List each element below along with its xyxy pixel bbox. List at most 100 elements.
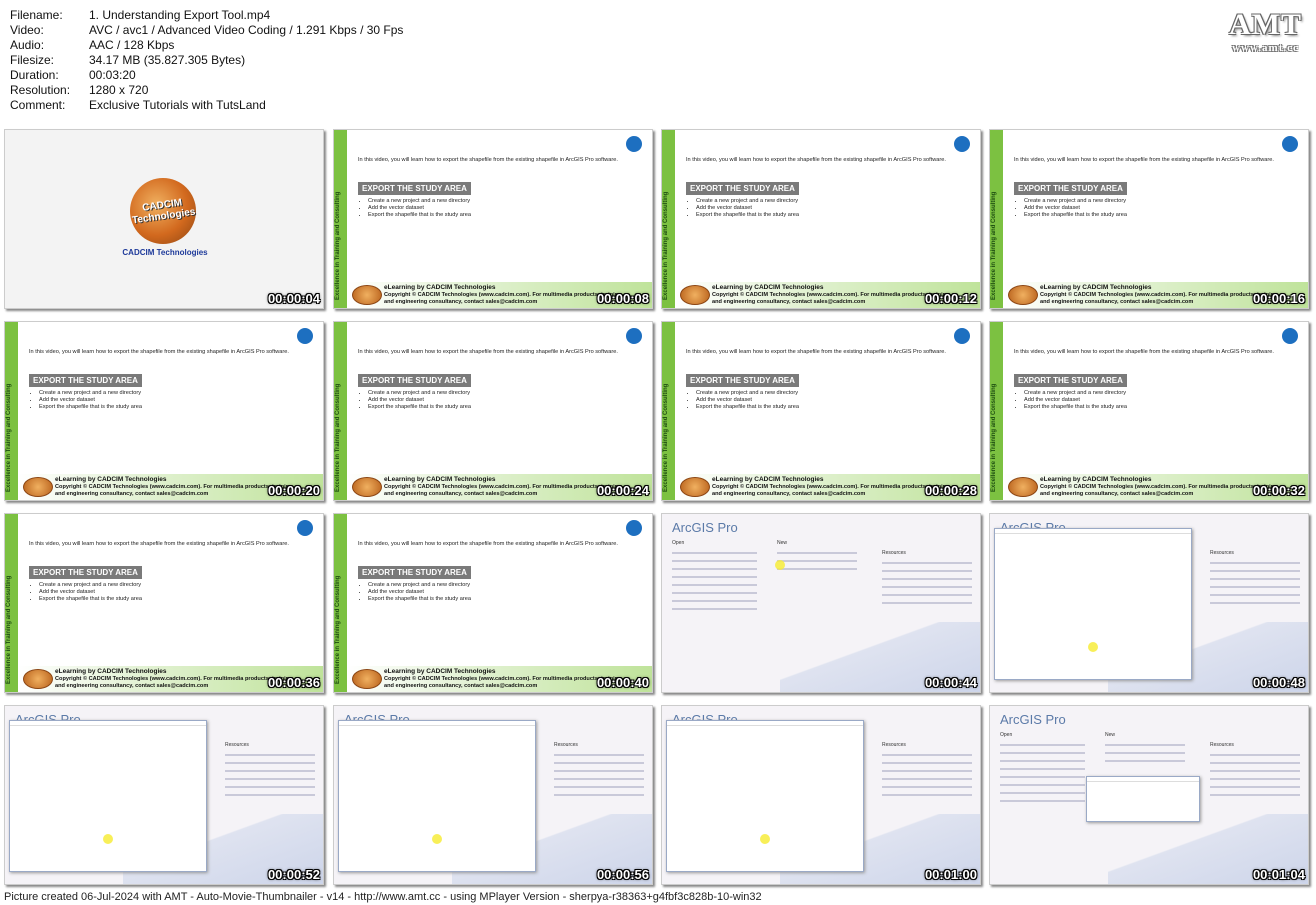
bullet-item: Add the vector dataset — [1024, 397, 1127, 404]
resources-label: Resources — [1210, 550, 1234, 556]
info-key: Resolution: — [10, 83, 71, 97]
video-thumbnail: Excellence in Training and Consulting In … — [661, 321, 981, 501]
bullet-item: Add the vector dataset — [368, 397, 471, 404]
resources-column: Resources — [554, 742, 644, 802]
copyright-text: Copyright © CADCIM Technologies (www.cad… — [712, 292, 952, 305]
slide-header: EXPORT THE STUDY AREA — [29, 566, 142, 579]
info-row: Duration: 00:03:20 — [10, 68, 403, 83]
bullet-item: Add the vector dataset — [39, 589, 142, 596]
side-text: Excellence in Training and Consulting — [663, 191, 669, 300]
bullet-item: Add the vector dataset — [696, 397, 799, 404]
bullet-item: Create a new project and a new directory — [696, 198, 799, 205]
copyright-text: Copyright © CADCIM Technologies (www.cad… — [712, 484, 952, 497]
open-column: Open — [1000, 732, 1085, 808]
timestamp: 00:00:44 — [924, 675, 977, 690]
copyright-text: Copyright © CADCIM Technologies (www.cad… — [1040, 484, 1280, 497]
copyright-text: Copyright © CADCIM Technologies (www.cad… — [384, 676, 624, 689]
arcgis-logo-icon — [1282, 136, 1298, 152]
info-row: Filesize: 34.17 MB (35.827.305 Bytes) — [10, 53, 403, 68]
bullet-item: Create a new project and a new directory — [39, 582, 142, 589]
video-thumbnail: ArcGIS ProOpenNewResources00:00:48 — [989, 513, 1309, 693]
cadcim-logo-icon — [352, 669, 382, 689]
slide-header: EXPORT THE STUDY AREA — [1014, 182, 1127, 195]
video-thumbnail: Excellence in Training and Consulting In … — [333, 321, 653, 501]
disc-text: CADCIM Technologies — [131, 197, 197, 227]
side-bar: Excellence in Training and Consulting — [334, 322, 347, 500]
resource-item — [225, 778, 315, 780]
file-dialog — [9, 720, 207, 872]
info-key: Comment: — [10, 98, 66, 112]
side-bar: Excellence in Training and Consulting — [5, 322, 18, 500]
resource-item — [225, 754, 315, 756]
open-label: Open — [1000, 732, 1013, 738]
template-item — [1105, 744, 1185, 746]
open-label: Open — [672, 540, 685, 546]
resources-column: Resources — [1210, 550, 1300, 610]
resources-column: Resources — [882, 742, 972, 802]
brand-text: CADCIM Technologies — [122, 248, 208, 257]
video-thumbnail: Excellence in Training and Consulting In … — [333, 129, 653, 309]
side-bar: Excellence in Training and Consulting — [990, 322, 1003, 500]
bullet-item: Create a new project and a new directory — [39, 390, 142, 397]
new-label: New — [777, 540, 788, 546]
side-bar: Excellence in Training and Consulting — [334, 130, 347, 308]
template-item — [1105, 760, 1185, 762]
dialog-title — [995, 529, 1191, 534]
resources-label: Resources — [882, 742, 906, 748]
bullet-item: Add the vector dataset — [696, 205, 799, 212]
side-text: Excellence in Training and Consulting — [335, 191, 341, 300]
template-item — [777, 568, 857, 570]
resource-item — [225, 770, 315, 772]
bullet-list: Create a new project and a new directory… — [1020, 390, 1127, 412]
side-text: Excellence in Training and Consulting — [991, 191, 997, 300]
bullet-list: Create a new project and a new directory… — [692, 390, 799, 412]
side-text: Excellence in Training and Consulting — [6, 575, 12, 684]
resource-item — [882, 594, 972, 596]
arcgis-title: ArcGIS Pro — [672, 520, 738, 535]
elearning-text: eLearning by CADCIM Technologies — [1040, 284, 1152, 291]
resources-label: Resources — [882, 550, 906, 556]
elearning-text: eLearning by CADCIM Technologies — [55, 476, 167, 483]
resource-item — [225, 762, 315, 764]
bullet-item: Export the shapefile that is the study a… — [696, 212, 799, 219]
logo-text: AMT — [1229, 8, 1302, 41]
side-text: Excellence in Training and Consulting — [663, 383, 669, 492]
bullet-item: Export the shapefile that is the study a… — [696, 404, 799, 411]
bullet-item: Export the shapefile that is the study a… — [368, 212, 471, 219]
recent-project — [1000, 800, 1085, 802]
side-bar: Excellence in Training and Consulting — [990, 130, 1003, 308]
slide-intro: In this video, you will learn how to exp… — [686, 349, 946, 355]
file-info: Filename: 1. Understanding Export Tool.mp… — [10, 8, 403, 113]
arcgis-logo-icon — [954, 136, 970, 152]
slide-header: EXPORT THE STUDY AREA — [358, 566, 471, 579]
new-column: New — [1105, 732, 1185, 768]
cadcim-logo-icon — [1008, 285, 1038, 305]
arcgis-logo-icon — [297, 328, 313, 344]
amt-logo: AMT www.amt.cc — [1229, 8, 1302, 54]
slide-intro: In this video, you will learn how to exp… — [1014, 157, 1274, 163]
recent-project — [1000, 776, 1085, 778]
video-thumbnail: ArcGIS ProOpenNewResources00:00:56 — [333, 705, 653, 885]
cadcim-logo-icon — [23, 477, 53, 497]
dialog-title — [10, 721, 206, 726]
slide-header: EXPORT THE STUDY AREA — [358, 374, 471, 387]
resources-column: Resources — [225, 742, 315, 802]
resource-item — [554, 778, 644, 780]
bullet-item: Export the shapefile that is the study a… — [368, 404, 471, 411]
slide-intro: In this video, you will learn how to exp… — [29, 541, 289, 547]
arcgis-logo-icon — [626, 136, 642, 152]
side-bar: Excellence in Training and Consulting — [5, 514, 18, 692]
recent-project — [672, 576, 757, 578]
side-text: Excellence in Training and Consulting — [335, 575, 341, 684]
cadcim-logo-icon — [680, 477, 710, 497]
resources-column: Resources — [1210, 742, 1300, 802]
copyright-text: Copyright © CADCIM Technologies (www.cad… — [55, 484, 295, 497]
bullet-item: Create a new project and a new directory — [368, 390, 471, 397]
resource-item — [554, 794, 644, 796]
side-text: Excellence in Training and Consulting — [991, 383, 997, 492]
slide-intro: In this video, you will learn how to exp… — [358, 157, 618, 163]
resource-item — [225, 786, 315, 788]
video-thumbnail: ArcGIS Pro Open New Resources 00:00:44 — [661, 513, 981, 693]
recent-project — [1000, 768, 1085, 770]
footer-caption: Picture created 06-Jul-2024 with AMT - A… — [4, 891, 762, 903]
